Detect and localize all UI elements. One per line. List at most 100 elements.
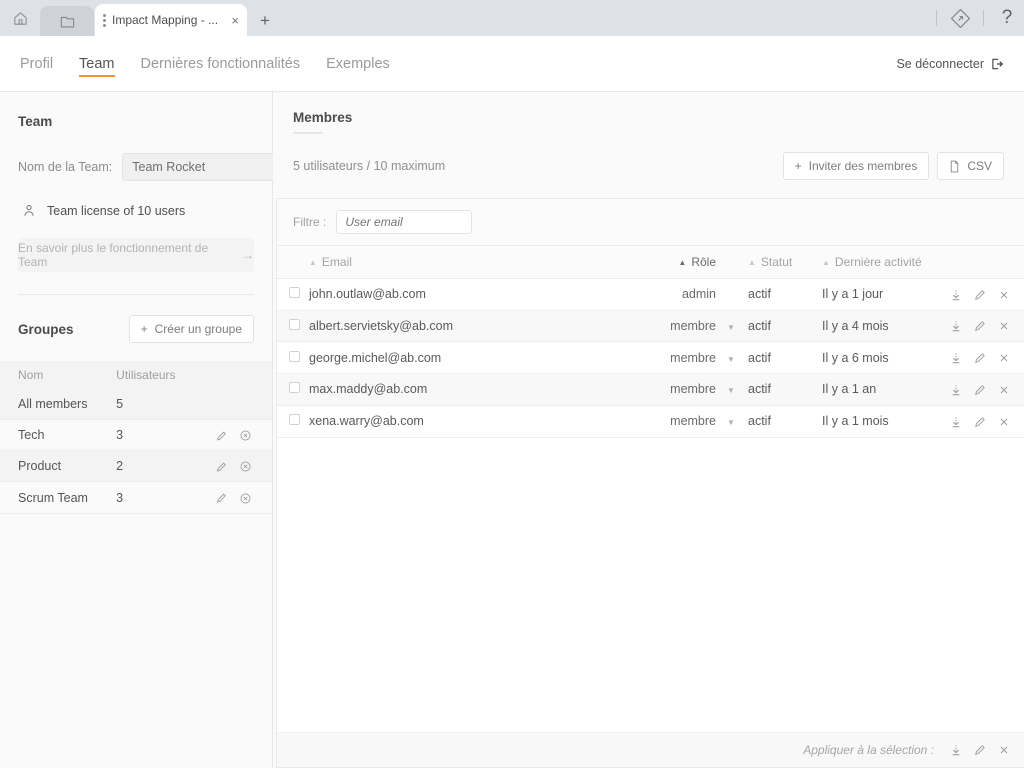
browser-tab-active[interactable]: Impact Mapping - ... × xyxy=(95,4,247,36)
role-dropdown-toggle[interactable]: ▼ xyxy=(720,405,742,438)
member-role[interactable]: membre xyxy=(628,373,720,406)
nav-tab-label: Profil xyxy=(20,55,54,72)
edit-pencil-icon[interactable] xyxy=(974,383,986,397)
column-header-role[interactable]: ▲ Rôle xyxy=(628,246,720,279)
nav-tab-exemples[interactable]: Exemples xyxy=(326,36,390,91)
table-row[interactable]: max.maddy@ab.com membre ▼ actif Il y a 1 an xyxy=(277,373,1024,406)
table-row[interactable]: xena.warry@ab.com membre ▼ actif Il y a 1 mo… xyxy=(277,405,1024,438)
browser-chrome: Impact Mapping - ... × + ? xyxy=(0,0,1024,36)
row-checkbox-cell[interactable] xyxy=(277,341,307,375)
download-icon[interactable] xyxy=(950,415,962,429)
member-status: actif xyxy=(742,310,808,343)
remove-x-icon[interactable] xyxy=(998,415,1010,429)
create-group-button[interactable]: + Créer un groupe xyxy=(128,315,254,343)
nav-tab-label: Dernières fonctionnalités xyxy=(140,55,301,72)
remove-x-icon[interactable] xyxy=(998,288,1010,302)
download-icon[interactable] xyxy=(950,743,962,757)
member-role[interactable]: membre xyxy=(628,405,720,438)
home-button[interactable] xyxy=(0,0,40,36)
new-tab-button[interactable]: + xyxy=(251,7,279,35)
nav-tab-dernieres-fonctionnalites[interactable]: Dernières fonctionnalités xyxy=(141,36,301,91)
nav-tab-team[interactable]: Team xyxy=(79,36,115,91)
edit-pencil-icon[interactable] xyxy=(216,492,227,504)
group-user-count: 2 xyxy=(106,450,190,483)
member-email: john.outlaw@ab.com xyxy=(307,278,628,311)
column-header-statut[interactable]: ▲ Statut xyxy=(742,246,808,279)
row-checkbox-cell[interactable] xyxy=(277,405,307,438)
delete-circle-icon[interactable] xyxy=(239,460,252,473)
row-checkbox[interactable] xyxy=(289,350,300,362)
filter-bar: Filtre : xyxy=(277,199,1024,246)
filter-label: Filtre : xyxy=(293,215,327,229)
group-row[interactable]: All members 5 xyxy=(0,389,272,420)
team-name-label: Nom de la Team: xyxy=(18,160,113,174)
column-header-derniere-activite[interactable]: ▲ Dernière activité xyxy=(808,246,938,279)
delete-circle-icon[interactable] xyxy=(239,492,252,505)
edit-pencil-icon[interactable] xyxy=(216,461,227,473)
row-checkbox-cell[interactable] xyxy=(277,373,307,406)
member-last-activity: Il y a 1 jour xyxy=(808,278,938,311)
row-checkbox[interactable] xyxy=(289,287,300,299)
member-last-activity: Il y a 1 an xyxy=(808,373,938,406)
table-row[interactable]: george.michel@ab.com membre ▼ actif Il y a 6… xyxy=(277,341,1024,375)
edit-pencil-icon[interactable] xyxy=(974,743,986,757)
app-navigation-bar: Profil Team Dernières fonctionnalités Ex… xyxy=(0,36,1024,92)
tab-menu-icon[interactable] xyxy=(101,13,112,27)
table-row[interactable]: albert.servietsky@ab.com membre ▼ actif Il y… xyxy=(277,310,1024,343)
remove-x-icon[interactable] xyxy=(998,319,1010,333)
edit-pencil-icon[interactable] xyxy=(974,415,986,429)
members-actions: + Inviter des membres CSV xyxy=(782,152,1004,180)
csv-export-button[interactable]: CSV xyxy=(937,152,1004,180)
group-name: Product xyxy=(0,450,107,483)
row-checkbox[interactable] xyxy=(289,382,300,394)
remove-x-icon[interactable] xyxy=(998,383,1010,397)
folder-icon xyxy=(59,14,76,29)
row-checkbox[interactable] xyxy=(289,414,300,426)
nav-tab-profil[interactable]: Profil xyxy=(20,36,53,91)
filter-input[interactable] xyxy=(336,210,473,234)
divider xyxy=(936,10,937,26)
remove-x-icon[interactable] xyxy=(998,743,1010,757)
role-dropdown-toggle[interactable]: ▼ xyxy=(720,373,742,406)
chevron-down-icon: ▼ xyxy=(727,323,735,333)
group-row-actions xyxy=(189,450,272,483)
row-checkbox-cell[interactable] xyxy=(277,278,307,311)
download-icon[interactable] xyxy=(950,351,962,365)
row-checkbox[interactable] xyxy=(289,319,300,331)
group-row[interactable]: Product 2 xyxy=(0,450,272,483)
members-table-head: ▲ Email ▲ Rôle ▲ Statut ▲ Dernière activité xyxy=(277,246,1024,279)
role-dropdown-toggle[interactable]: ▼ xyxy=(720,310,742,343)
column-header-email[interactable]: ▲ Email xyxy=(307,246,628,279)
groups-table: Nom Utilisateurs All members 5 Tech 3 Produc… xyxy=(0,361,272,514)
logout-button[interactable]: Se déconnecter xyxy=(896,57,1004,71)
invite-members-button[interactable]: + Inviter des membres xyxy=(782,152,930,180)
download-icon[interactable] xyxy=(950,288,962,302)
delete-circle-icon[interactable] xyxy=(239,429,252,442)
close-icon[interactable]: × xyxy=(231,14,239,27)
groups-col-actions xyxy=(189,361,272,389)
download-icon[interactable] xyxy=(950,383,962,397)
edit-pencil-icon[interactable] xyxy=(974,288,986,302)
download-icon[interactable] xyxy=(950,319,962,333)
member-role[interactable]: membre xyxy=(628,341,720,375)
edit-pencil-icon[interactable] xyxy=(974,351,986,365)
groups-header: Groupes + Créer un groupe xyxy=(0,295,272,343)
member-role[interactable]: membre xyxy=(628,310,720,343)
table-row[interactable]: john.outlaw@ab.com admin actif Il y a 1 jou… xyxy=(277,278,1024,311)
group-row[interactable]: Tech 3 xyxy=(0,419,272,452)
learn-more-button[interactable]: En savoir plus le fonctionnement de Team… xyxy=(18,238,254,272)
role-dropdown-toggle[interactable]: ▼ xyxy=(720,341,742,375)
member-role[interactable]: admin xyxy=(628,278,720,311)
bulk-actions-footer: Appliquer à la sélection : xyxy=(277,732,1024,767)
sort-ascending-icon: ▲ xyxy=(748,258,756,267)
help-icon[interactable]: ? xyxy=(990,0,1024,36)
diamond-extension-icon[interactable] xyxy=(943,0,977,36)
tab-title: Impact Mapping - ... xyxy=(112,13,219,27)
edit-pencil-icon[interactable] xyxy=(974,319,986,333)
browser-tab-folder[interactable] xyxy=(40,6,94,36)
edit-pencil-icon[interactable] xyxy=(216,430,227,442)
row-checkbox-cell[interactable] xyxy=(277,310,307,343)
create-group-label: Créer un groupe xyxy=(154,322,242,336)
group-row[interactable]: Scrum Team 3 xyxy=(0,481,272,514)
remove-x-icon[interactable] xyxy=(998,351,1010,365)
